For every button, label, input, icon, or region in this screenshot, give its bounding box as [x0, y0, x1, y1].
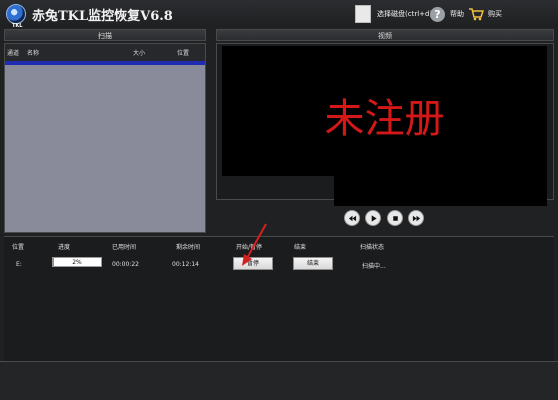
progress-text: 2%: [72, 259, 82, 266]
status-bar: [0, 362, 558, 400]
stop-icon: [392, 215, 398, 221]
progress-bar: 2%: [52, 257, 102, 267]
scan-panel-header: 扫描: [4, 29, 206, 41]
help-button[interactable]: ? 帮助: [430, 5, 464, 23]
fast-forward-button[interactable]: [409, 211, 423, 225]
task-location: E:: [16, 261, 22, 268]
column-remaining: 剩余时间: [176, 244, 201, 251]
column-scan-status: 扫描状态: [360, 244, 385, 251]
cart-icon: [469, 8, 484, 21]
video-player[interactable]: 未注册: [222, 46, 547, 176]
rewind-icon: [348, 215, 356, 221]
app-title: 赤兔TKL监控恢复V6.8: [32, 9, 173, 24]
column-name[interactable]: 名称: [27, 48, 39, 57]
selected-row[interactable]: [5, 61, 205, 65]
column-channel[interactable]: 通道: [7, 48, 19, 57]
annotation-arrow-icon: [242, 223, 267, 266]
column-progress: 进度: [58, 244, 71, 251]
stop-button[interactable]: [388, 211, 402, 225]
title-bar: TKL 赤兔TKL监控恢复V6.8 选择磁盘(ctrl+d) ? 帮助 购买: [0, 0, 558, 29]
column-location: 位置: [12, 244, 25, 251]
column-position[interactable]: 位置: [177, 48, 189, 57]
video-panel-header: 视频: [216, 29, 554, 41]
help-label: 帮助: [450, 10, 464, 18]
task-table: 位置 进度 已用时间 剩余时间 开始/暂停 结束 扫描状态 E: 2% 00:0…: [4, 236, 554, 361]
scan-results-list[interactable]: 通道 名称 大小 位置: [4, 43, 206, 233]
disk-icon: [355, 5, 371, 23]
column-end: 结束: [294, 244, 307, 251]
help-icon: ?: [430, 6, 445, 22]
column-elapsed: 已用时间: [112, 244, 137, 251]
remaining-time: 00:12:14: [172, 261, 199, 268]
column-size[interactable]: 大小: [133, 48, 145, 57]
scan-column-headers: 通道 名称 大小 位置: [5, 44, 205, 61]
app-logo: TKL: [6, 4, 26, 29]
buy-button[interactable]: 购买: [468, 5, 502, 23]
rewind-button[interactable]: [345, 211, 359, 225]
fast-forward-icon: [412, 215, 420, 221]
buy-label: 购买: [488, 10, 502, 18]
play-icon: [371, 214, 377, 222]
unregistered-watermark: 未注册: [324, 96, 445, 142]
scan-status: 扫描中...: [362, 263, 386, 270]
video-player-lower: [334, 176, 547, 206]
elapsed-time: 00:00:22: [112, 261, 139, 268]
app-window: TKL 赤兔TKL监控恢复V6.8 选择磁盘(ctrl+d) ? 帮助 购买 扫…: [0, 0, 558, 400]
play-button[interactable]: [366, 211, 380, 225]
select-disk-button[interactable]: 选择磁盘(ctrl+d): [355, 5, 432, 23]
end-button[interactable]: 结束: [293, 257, 333, 270]
select-disk-label: 选择磁盘(ctrl+d): [377, 10, 433, 18]
